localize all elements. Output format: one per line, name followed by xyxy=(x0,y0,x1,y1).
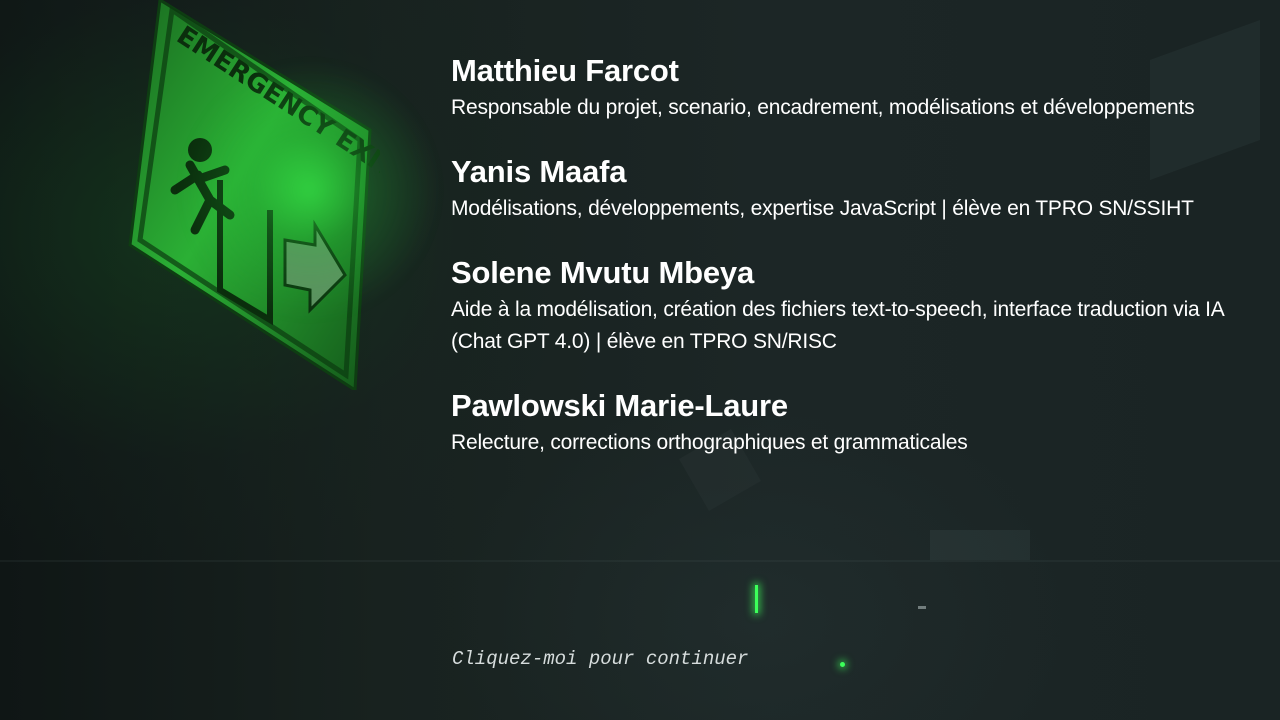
sign-glow xyxy=(180,60,440,320)
credit-name: Matthieu Farcot xyxy=(451,53,679,88)
credit-role: Responsable du projet, scenario, encadre… xyxy=(451,96,1195,119)
credit-role: Relecture, corrections orthographiques e… xyxy=(451,431,968,454)
credit-role: Aide à la modélisation, création des fic… xyxy=(451,298,1224,353)
credits-screen[interactable]: EMERGENCY EXIT Matthieu Farcot Responsab… xyxy=(0,0,1280,720)
credit-role: Modélisations, développements, expertise… xyxy=(451,197,1194,220)
credit-name: Solene Mvutu Mbeya xyxy=(451,255,755,290)
credit-entry: Pawlowski Marie-Laure Relecture, correct… xyxy=(451,387,1241,459)
corridor-green-dot xyxy=(840,662,845,667)
ceiling-vent xyxy=(930,530,1030,560)
corridor-green-light xyxy=(755,585,758,613)
corridor-door-mark xyxy=(918,606,926,609)
credit-entry: Solene Mvutu Mbeya Aide à la modélisatio… xyxy=(451,254,1241,358)
continue-button[interactable]: Cliquez-moi pour continuer xyxy=(452,646,748,672)
credit-name: Yanis Maafa xyxy=(451,154,627,189)
credit-entry: Matthieu Farcot Responsable du projet, s… xyxy=(451,52,1241,124)
floor-line xyxy=(0,560,1280,562)
credit-entry: Yanis Maafa Modélisations, développement… xyxy=(451,153,1241,225)
credit-name: Pawlowski Marie-Laure xyxy=(451,388,788,423)
credits-list: Matthieu Farcot Responsable du projet, s… xyxy=(451,52,1241,488)
emergency-exit-sign: EMERGENCY EXIT xyxy=(120,0,440,393)
